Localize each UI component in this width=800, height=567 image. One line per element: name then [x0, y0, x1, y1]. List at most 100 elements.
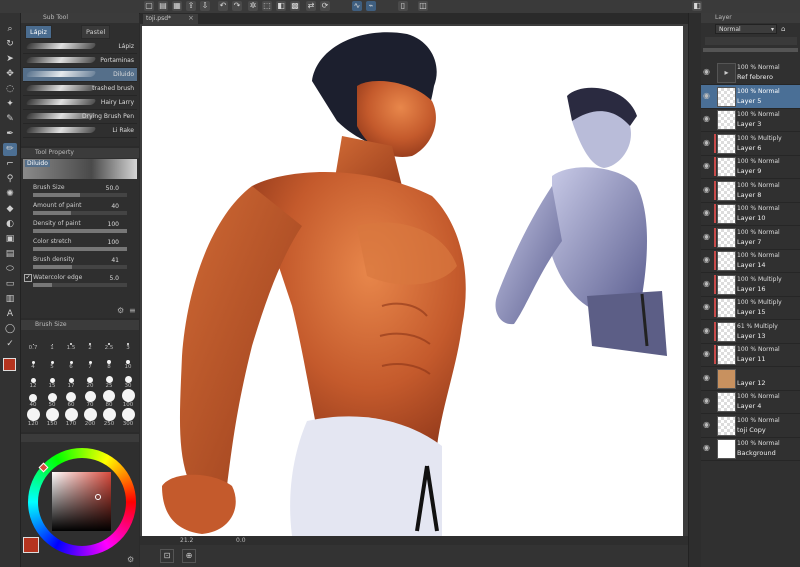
- property-value[interactable]: 100: [101, 221, 119, 228]
- text-icon[interactable]: A: [3, 308, 17, 321]
- layer-name[interactable]: toji Copy: [737, 426, 766, 434]
- export-icon[interactable]: ⇪: [186, 1, 196, 11]
- layer-name[interactable]: Layer 11: [737, 355, 765, 363]
- stabilizer-icon[interactable]: ∿: [352, 1, 362, 11]
- brush-size-preset[interactable]: 8: [100, 352, 118, 372]
- property-value[interactable]: 41: [101, 257, 119, 264]
- layer-row[interactable]: ◉ 100 % Normal Layer 9: [701, 155, 800, 179]
- brush-item[interactable]: Lápiz: [23, 40, 137, 54]
- new-icon[interactable]: ▢: [144, 1, 154, 11]
- window-icon[interactable]: ◫: [418, 1, 428, 11]
- layer-name[interactable]: Layer 16: [737, 285, 765, 293]
- decoration-icon[interactable]: ✺: [3, 188, 17, 201]
- brush-size-preset[interactable]: 120: [24, 408, 42, 429]
- subtool-tab-0[interactable]: Lápiz: [25, 25, 52, 39]
- menu-icon[interactable]: ≡: [129, 306, 136, 315]
- eye-icon[interactable]: ◉: [703, 396, 710, 405]
- brush-size-preset[interactable]: 3: [119, 333, 137, 353]
- brush-icon[interactable]: ⌐: [3, 158, 17, 171]
- opacity-slider[interactable]: [703, 48, 798, 52]
- brush-item[interactable]: Hairy Larry: [23, 96, 137, 110]
- brush-size-preset[interactable]: 300: [119, 408, 137, 429]
- lasso-icon[interactable]: ◌: [3, 83, 17, 96]
- vector-icon[interactable]: ⌁: [366, 1, 376, 11]
- layer-row[interactable]: ◉ 100 % Normal Layer 11: [701, 343, 800, 367]
- eye-icon[interactable]: ◉: [703, 443, 710, 452]
- gradient-icon[interactable]: ▤: [3, 248, 17, 261]
- clip-icon[interactable]: ▯: [398, 1, 408, 11]
- zoom-icon[interactable]: ⌕: [3, 23, 17, 36]
- brush-size-preset[interactable]: 30: [119, 371, 137, 391]
- eye-icon[interactable]: ◉: [703, 232, 710, 241]
- eye-icon[interactable]: ◉: [703, 255, 710, 264]
- layer-row[interactable]: ◉ ▸ 100 % Normal Ref febrero: [701, 61, 800, 85]
- layer-name[interactable]: Layer 9: [737, 167, 761, 175]
- brush-size-preset[interactable]: 15: [43, 371, 61, 391]
- subtool-tab-1[interactable]: Pastel: [81, 25, 111, 39]
- eye-icon[interactable]: ◉: [703, 326, 710, 335]
- brush-size-preset[interactable]: 250: [100, 408, 118, 429]
- brush-size-preset[interactable]: 12: [24, 371, 42, 391]
- eye-icon[interactable]: ◉: [703, 349, 710, 358]
- zoom-value[interactable]: 21.2: [180, 536, 193, 545]
- canvas[interactable]: [142, 26, 683, 536]
- brush-size-preset[interactable]: 25: [100, 371, 118, 391]
- color-cursor[interactable]: [95, 494, 101, 500]
- layer-name[interactable]: Layer 4: [737, 402, 761, 410]
- brush-size-preset[interactable]: 100: [119, 389, 137, 410]
- layer-row[interactable]: ◉ 100 % Normal Layer 10: [701, 202, 800, 226]
- eye-icon[interactable]: ◉: [703, 91, 710, 100]
- rotate-icon[interactable]: ⟳: [320, 1, 330, 11]
- save-icon[interactable]: ▦: [172, 1, 182, 11]
- property-slider[interactable]: [33, 193, 127, 197]
- close-tab-icon[interactable]: ×: [188, 14, 194, 22]
- eye-icon[interactable]: ◉: [703, 114, 710, 123]
- blend-icon[interactable]: ◐: [3, 218, 17, 231]
- eye-icon[interactable]: ◉: [703, 279, 710, 288]
- wand-icon[interactable]: ✦: [3, 98, 17, 111]
- flip-icon[interactable]: ⇄: [306, 1, 316, 11]
- eye-icon[interactable]: ◉: [703, 208, 710, 217]
- brush-size-preset[interactable]: 2: [81, 333, 99, 353]
- brush-size-preset[interactable]: 80: [100, 390, 118, 410]
- brush-size-preset[interactable]: 60: [62, 390, 80, 410]
- pencil-icon[interactable]: ✏: [3, 143, 17, 156]
- property-slider[interactable]: [33, 229, 127, 233]
- undo-icon[interactable]: ↶: [218, 1, 228, 11]
- wrench-icon[interactable]: ⚙: [117, 306, 124, 315]
- correct-line-icon[interactable]: ✓: [3, 338, 17, 351]
- layer-name[interactable]: Layer 8: [737, 191, 761, 199]
- eye-icon[interactable]: ◉: [703, 302, 710, 311]
- layer-name[interactable]: Layer 10: [737, 214, 765, 222]
- ruler-icon[interactable]: ▭: [3, 278, 17, 291]
- main-color[interactable]: [23, 537, 39, 553]
- brush-size-preset[interactable]: 17: [62, 371, 80, 391]
- brush-size-preset[interactable]: 1.5: [62, 333, 80, 353]
- layer-row[interactable]: ◉ 100 % Normal toji Copy: [701, 414, 800, 438]
- property-slider[interactable]: [33, 265, 127, 269]
- layer-name[interactable]: Layer 6: [737, 144, 761, 152]
- brush-item[interactable]: Li Rake: [23, 124, 137, 138]
- eyedropper-icon[interactable]: ✎: [3, 113, 17, 126]
- property-slider[interactable]: [33, 211, 127, 215]
- operation-icon[interactable]: ➤: [3, 53, 17, 66]
- property-value[interactable]: 50.0: [101, 185, 119, 192]
- layer-name[interactable]: Layer 12: [737, 379, 765, 387]
- property-value[interactable]: 5.0: [101, 275, 119, 282]
- layer-row[interactable]: ◉ 100 % Multiply Layer 6: [701, 132, 800, 156]
- reset-view-icon[interactable]: ⊕: [182, 549, 196, 563]
- brush-size-preset[interactable]: 10: [119, 352, 137, 372]
- lock-icon[interactable]: ⌂: [781, 25, 785, 33]
- brush-size-preset[interactable]: 40: [24, 390, 42, 410]
- brush-size-preset[interactable]: 2.5: [100, 333, 118, 353]
- layer-row[interactable]: ◉ 61 % Multiply Layer 13: [701, 320, 800, 344]
- layer-row[interactable]: ◉ 100 % Normal Layer 5: [701, 84, 800, 109]
- layer-row[interactable]: ◉ Layer 12: [701, 367, 800, 391]
- brush-size-preset[interactable]: 7: [81, 352, 99, 372]
- brush-size-preset[interactable]: 20: [81, 371, 99, 391]
- eye-icon[interactable]: ◉: [703, 67, 710, 76]
- gear-icon[interactable]: ⚙: [127, 555, 134, 564]
- brush-size-preset[interactable]: 50: [43, 390, 61, 410]
- fit-icon[interactable]: ⊡: [160, 549, 174, 563]
- eraser-icon[interactable]: ◆: [3, 203, 17, 216]
